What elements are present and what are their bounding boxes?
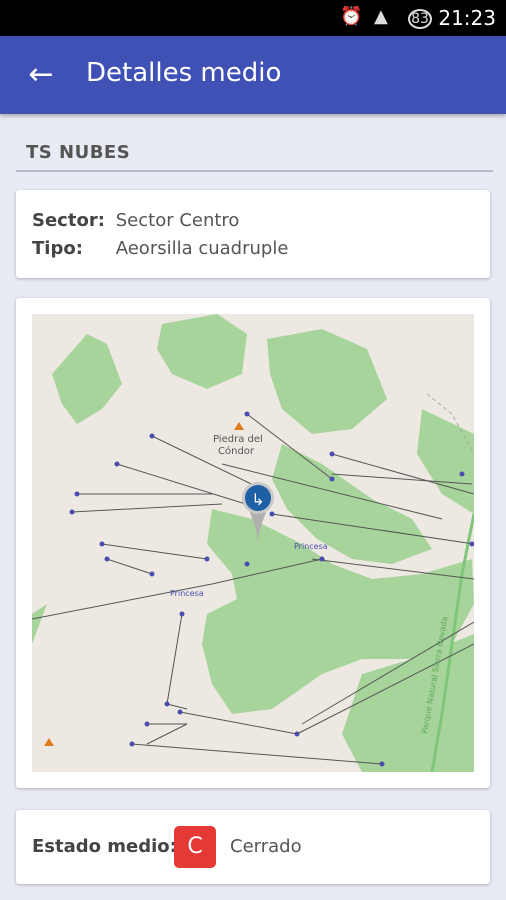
- status-card: Estado medio: C Cerrado: [16, 810, 490, 884]
- tipo-label: Tipo:: [32, 238, 83, 259]
- map-view[interactable]: Piedra del Cóndor Princesa Princesa Parq…: [32, 314, 474, 772]
- section-title: TS NUBES: [26, 142, 131, 163]
- map-area: [417, 409, 474, 514]
- tipo-row: Tipo: Aeorsilla cuadruple: [32, 238, 288, 259]
- info-card: Sector: Sector Centro Tipo: Aeorsilla cu…: [16, 190, 490, 278]
- tipo-value: Aeorsilla cuadruple: [115, 238, 289, 259]
- sector-label: Sector:: [32, 210, 105, 231]
- sector-row: Sector: Sector Centro: [32, 210, 239, 231]
- map-area: [52, 334, 122, 424]
- peak-icon: [44, 738, 54, 746]
- peak-label: Piedra del: [213, 434, 263, 445]
- estado-value: Cerrado: [230, 836, 302, 857]
- lift-label: Princesa: [170, 589, 204, 598]
- svg-text:↳: ↳: [251, 490, 264, 509]
- divider: [16, 170, 493, 172]
- map-area: [267, 329, 387, 434]
- page-title: Detalles medio: [86, 58, 282, 88]
- alarm-icon: ⏰: [340, 6, 363, 27]
- app-bar: ← Detalles medio: [0, 36, 506, 114]
- peak-label: Cóndor: [218, 445, 255, 457]
- peak-icon: [234, 422, 244, 430]
- estado-label: Estado medio:: [32, 836, 177, 857]
- arrow-back-icon: ←: [28, 57, 54, 92]
- status-bar: ⏰ ▲ 83 21:23: [0, 0, 506, 36]
- clock: 21:23: [438, 6, 496, 30]
- map-area: [157, 314, 247, 389]
- sector-value: Sector Centro: [115, 210, 240, 231]
- map-card: Piedra del Cóndor Princesa Princesa Parq…: [16, 298, 490, 788]
- battery-icon: 83: [408, 9, 432, 29]
- map-area: [32, 604, 47, 644]
- back-button[interactable]: ←: [22, 56, 60, 94]
- status-badge: C: [174, 826, 216, 868]
- lift-label: Princesa: [294, 542, 328, 551]
- signal-3g-icon: ▲: [374, 6, 388, 27]
- map-svg: Piedra del Cóndor Princesa Princesa Parq…: [32, 314, 474, 772]
